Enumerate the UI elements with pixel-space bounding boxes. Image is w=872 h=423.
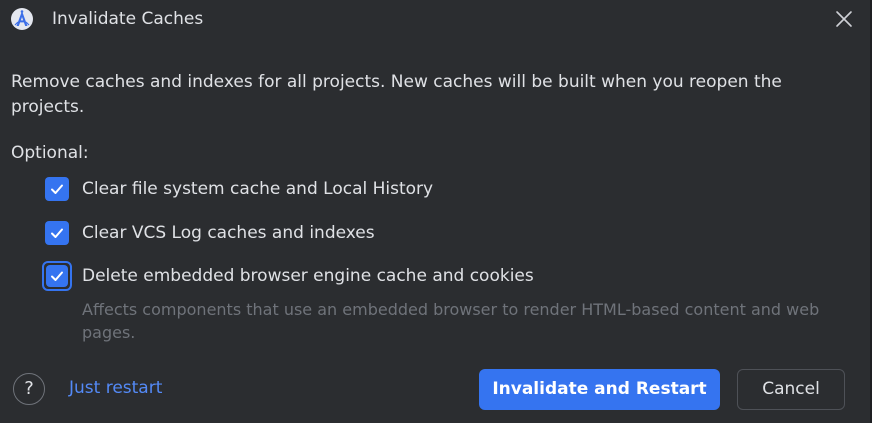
android-studio-icon (10, 7, 34, 31)
dialog-title: Invalidate Caches (52, 9, 204, 29)
optional-label: Optional: (11, 143, 89, 163)
checkmark-icon (51, 184, 63, 194)
dialog-title-bar: Invalidate Caches (0, 0, 872, 38)
checkmark-icon (51, 228, 63, 238)
delete-browser-cache-checkbox[interactable] (42, 261, 72, 291)
browser-cache-hint: Affects components that use an embedded … (82, 300, 820, 342)
delete-browser-cache-label: Delete embedded browser engine cache and… (82, 266, 534, 286)
invalidate-caches-dialog: Invalidate Caches Remove caches and inde… (0, 0, 872, 423)
clear-vcs-log-caches-label: Clear VCS Log caches and indexes (82, 223, 375, 243)
option-delete-browser-cache[interactable]: Delete embedded browser engine cache and… (42, 261, 575, 291)
help-button[interactable]: ? (13, 373, 45, 405)
clear-file-system-cache-checkbox[interactable] (45, 177, 69, 201)
checkbox-fill (46, 265, 68, 287)
dialog-description: Remove caches and indexes for all projec… (11, 72, 782, 117)
checkmark-icon (51, 271, 63, 281)
cancel-button[interactable]: Cancel (737, 369, 845, 410)
clear-file-system-cache-label: Clear file system cache and Local Histor… (82, 179, 434, 199)
option-clear-vcs-log-caches[interactable]: Clear VCS Log caches and indexes (45, 221, 405, 247)
option-clear-file-system-cache[interactable]: Clear file system cache and Local Histor… (45, 177, 465, 203)
close-icon[interactable] (832, 7, 856, 31)
invalidate-and-restart-button[interactable]: Invalidate and Restart (479, 369, 720, 410)
just-restart-link[interactable]: Just restart (69, 376, 162, 400)
clear-vcs-log-caches-checkbox[interactable] (45, 221, 69, 245)
